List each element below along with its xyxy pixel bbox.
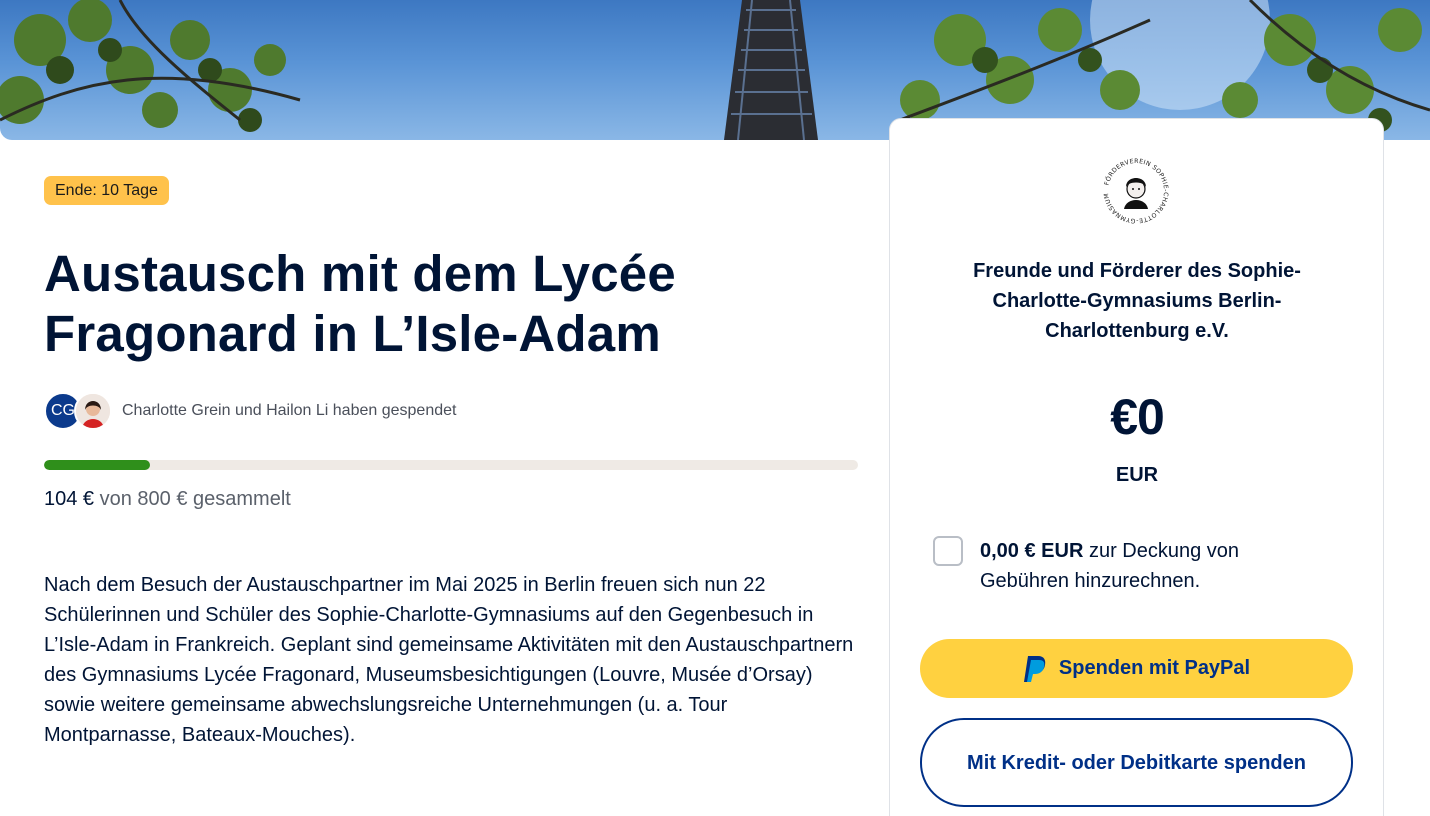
paypal-button-label: Spenden mit PayPal <box>1058 657 1251 679</box>
currency-label: EUR <box>1115 464 1159 486</box>
progress-bar <box>44 460 858 470</box>
raised-summary: 104 € von 800 € gesammelt <box>44 488 291 511</box>
paypal-icon <box>1023 655 1046 682</box>
raised-amount: 104 € <box>44 488 95 510</box>
logo-seal-icon: FÖRDERVEREIN SOPHIE-CHARLOTTE-GYMNASIUM <box>1101 156 1171 226</box>
donors-row: CG Charlotte Grein und Hailon Li haben g… <box>44 391 456 431</box>
organization-name: Freunde und Förderer des Sophie-Charlott… <box>973 260 1301 342</box>
goal-text: von 800 € gesammelt <box>94 488 291 510</box>
organization-logo: FÖRDERVEREIN SOPHIE-CHARLOTTE-GYMNASIUM <box>1100 155 1172 227</box>
donation-amount[interactable]: €0 <box>1040 388 1234 446</box>
card-donate-button[interactable]: Mit Kredit- oder Debitkarte spenden <box>920 718 1353 807</box>
person-photo-icon <box>76 394 110 428</box>
fee-label: 0,00 € EUR zur Deckung von Gebühren hinz… <box>980 536 1310 596</box>
end-badge: Ende: 10 Tage <box>44 176 169 205</box>
donors-text: Charlotte Grein und Hailon Li haben gesp… <box>122 402 457 419</box>
fee-checkbox[interactable] <box>933 536 963 566</box>
card-button-label: Mit Kredit- oder Debitkarte spenden <box>967 751 1306 774</box>
progress-fill <box>44 460 150 470</box>
page-title: Austausch mit dem Lycée Fragonard in L’I… <box>44 245 676 362</box>
avatar <box>74 392 112 430</box>
fee-amount: 0,00 € EUR <box>980 540 1084 562</box>
campaign-description: Nach dem Besuch der Austauschpartner im … <box>44 574 854 746</box>
paypal-donate-button[interactable]: Spenden mit PayPal <box>920 639 1353 698</box>
